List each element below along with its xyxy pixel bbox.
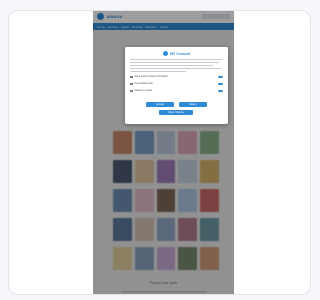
consent-option[interactable]: Store and/or access information bbox=[130, 75, 223, 79]
consent-description-line bbox=[130, 61, 220, 64]
consent-option[interactable]: Measure content bbox=[130, 89, 223, 93]
consent-description-line bbox=[130, 70, 186, 72]
reject-button[interactable]: Reject bbox=[179, 102, 207, 107]
consent-dialog: SFI Consent Store and/or access informat… bbox=[125, 47, 228, 124]
option-checkbox[interactable] bbox=[130, 82, 133, 86]
consent-description-line bbox=[130, 59, 223, 61]
consent-description-line bbox=[130, 64, 214, 67]
option-checkbox[interactable] bbox=[130, 89, 133, 93]
option-label: Store and/or access information bbox=[134, 75, 169, 79]
option-label: Measure content bbox=[134, 89, 153, 93]
consent-brand-name: SFI Consent bbox=[169, 51, 191, 56]
brand-logo-icon bbox=[162, 51, 168, 56]
option-checkbox[interactable] bbox=[130, 75, 133, 79]
option-toggle[interactable] bbox=[218, 89, 223, 93]
consent-description-line bbox=[130, 67, 222, 69]
consent-option[interactable]: Personalised ads bbox=[130, 82, 223, 86]
accept-button[interactable]: Accept bbox=[146, 102, 174, 107]
option-label: Personalised ads bbox=[134, 82, 153, 86]
consent-brand: SFI Consent bbox=[130, 51, 223, 56]
consent-button-row: Accept Reject bbox=[125, 102, 228, 107]
screenshot-frame: MANGA Home Genres Latest Popular Random … bbox=[8, 10, 311, 295]
option-toggle[interactable] bbox=[218, 82, 223, 86]
option-toggle[interactable] bbox=[218, 75, 223, 79]
more-options-button[interactable]: More Options bbox=[159, 110, 193, 115]
